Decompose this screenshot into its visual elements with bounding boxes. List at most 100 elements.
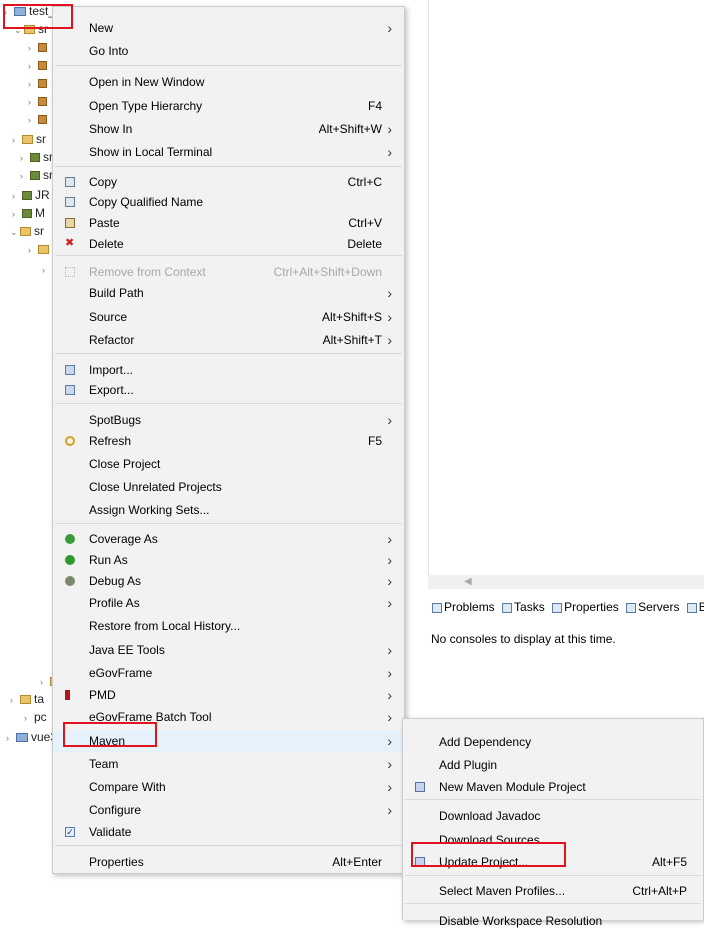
tree-node-label: ta bbox=[34, 692, 45, 706]
maven-add-dependency[interactable]: Add Dependency bbox=[403, 731, 703, 753]
tree-node[interactable]: › M bbox=[12, 204, 45, 222]
menu-item-label: Restore from Local History... bbox=[89, 619, 241, 633]
menu-item-label: eGovFrame bbox=[89, 666, 153, 680]
submenu-arrow-icon: › bbox=[387, 642, 392, 658]
chevron-right-icon[interactable]: › bbox=[24, 709, 34, 727]
menu-separator bbox=[405, 875, 701, 876]
menu-delete[interactable]: ✖ Delete Delete bbox=[53, 233, 404, 255]
menu-item-label: Build Path bbox=[89, 286, 144, 300]
tree-node[interactable]: › bbox=[28, 38, 50, 56]
tab-properties[interactable]: Properties bbox=[552, 596, 619, 618]
tree-node[interactable]: › bbox=[28, 240, 52, 258]
menu-new[interactable]: New › bbox=[53, 17, 404, 39]
chevron-right-icon[interactable]: › bbox=[42, 261, 52, 279]
menu-run-as[interactable]: Run As › bbox=[53, 549, 404, 571]
editor-area bbox=[428, 0, 704, 575]
menu-close-project[interactable]: Close Project bbox=[53, 453, 404, 475]
menu-compare-with[interactable]: Compare With › bbox=[53, 776, 404, 798]
maven-new-module[interactable]: New Maven Module Project bbox=[403, 776, 703, 798]
menu-coverage-as[interactable]: Coverage As › bbox=[53, 528, 404, 550]
chevron-right-icon[interactable]: › bbox=[28, 75, 38, 93]
tab-servers[interactable]: Servers bbox=[626, 596, 679, 618]
chevron-right-icon[interactable]: › bbox=[10, 691, 20, 709]
tab-b[interactable]: B bbox=[686, 596, 704, 618]
menu-restore-local-history[interactable]: Restore from Local History... bbox=[53, 615, 404, 637]
submenu-arrow-icon: › bbox=[387, 285, 392, 301]
menu-spotbugs[interactable]: SpotBugs › bbox=[53, 409, 404, 431]
chevron-right-icon[interactable]: › bbox=[20, 167, 30, 185]
chevron-down-icon[interactable]: ⌄ bbox=[10, 223, 20, 241]
chevron-right-icon[interactable]: › bbox=[40, 673, 50, 691]
menu-show-in[interactable]: Show In Alt+Shift+W › bbox=[53, 118, 404, 140]
tree-node[interactable]: › bbox=[28, 56, 50, 74]
menu-go-into[interactable]: Go Into bbox=[53, 40, 404, 62]
tree-node[interactable]: › sr bbox=[20, 166, 53, 184]
menu-item-label: Compare With bbox=[89, 780, 166, 794]
tree-node[interactable]: › ta bbox=[10, 690, 44, 708]
menu-debug-as[interactable]: Debug As › bbox=[53, 570, 404, 592]
maven-add-plugin[interactable]: Add Plugin bbox=[403, 754, 703, 776]
menu-item-label: Paste bbox=[89, 216, 120, 230]
chevron-right-icon[interactable]: › bbox=[28, 57, 38, 75]
chevron-right-icon[interactable]: › bbox=[28, 93, 38, 111]
menu-source[interactable]: Source Alt+Shift+S › bbox=[53, 306, 404, 328]
tab-problems[interactable]: Problems bbox=[432, 596, 495, 618]
menu-assign-working-sets[interactable]: Assign Working Sets... bbox=[53, 499, 404, 521]
tree-node[interactable]: › vue3 bbox=[6, 728, 57, 746]
menu-import[interactable]: Import... bbox=[53, 359, 404, 381]
menu-configure[interactable]: Configure › bbox=[53, 799, 404, 821]
menu-build-path[interactable]: Build Path › bbox=[53, 282, 404, 304]
folder-icon bbox=[20, 227, 31, 237]
copy-icon bbox=[65, 177, 75, 187]
maven-select-profiles[interactable]: Select Maven Profiles... Ctrl+Alt+P bbox=[403, 880, 703, 902]
tree-node[interactable]: › bbox=[42, 260, 52, 278]
tree-node[interactable]: › bbox=[28, 110, 50, 128]
maven-disable-workspace-resolution[interactable]: Disable Workspace Resolution bbox=[403, 910, 703, 932]
chevron-right-icon[interactable]: › bbox=[28, 39, 38, 57]
menu-profile-as[interactable]: Profile As › bbox=[53, 592, 404, 614]
menu-open-new-window[interactable]: Open in New Window bbox=[53, 71, 404, 93]
tree-node[interactable]: › bbox=[28, 74, 50, 92]
horizontal-scrollbar[interactable]: ◀ bbox=[428, 575, 704, 589]
tree-node[interactable]: › sr bbox=[12, 130, 46, 148]
coverage-icon bbox=[65, 534, 75, 544]
menu-copy-qualified-name[interactable]: Copy Qualified Name bbox=[53, 191, 404, 213]
menu-java-ee-tools[interactable]: Java EE Tools › bbox=[53, 639, 404, 661]
folder-icon bbox=[20, 695, 31, 705]
menu-pmd[interactable]: PMD › bbox=[53, 684, 404, 706]
menu-export[interactable]: Export... bbox=[53, 379, 404, 401]
menu-show-local-terminal[interactable]: Show in Local Terminal › bbox=[53, 141, 404, 163]
scroll-left-icon[interactable]: ◀ bbox=[464, 576, 472, 587]
chevron-right-icon[interactable]: › bbox=[12, 131, 22, 149]
menu-properties[interactable]: Properties Alt+Enter bbox=[53, 851, 404, 873]
tree-node[interactable]: › bbox=[28, 92, 50, 110]
menu-team[interactable]: Team › bbox=[53, 753, 404, 775]
tree-node[interactable]: › JR bbox=[12, 186, 50, 204]
chevron-right-icon[interactable]: › bbox=[12, 187, 22, 205]
menu-refactor[interactable]: Refactor Alt+Shift+T › bbox=[53, 329, 404, 351]
menu-refresh[interactable]: Refresh F5 bbox=[53, 430, 404, 452]
chevron-right-icon[interactable]: › bbox=[20, 149, 30, 167]
tree-node[interactable]: ⌄ sr bbox=[10, 222, 44, 240]
menu-item-label: Refresh bbox=[89, 434, 132, 448]
chevron-right-icon[interactable]: › bbox=[28, 111, 38, 129]
menu-item-label: Source bbox=[89, 310, 128, 324]
tab-tasks[interactable]: Tasks bbox=[502, 596, 545, 618]
remove-context-icon bbox=[65, 267, 75, 277]
refresh-icon bbox=[65, 436, 75, 446]
menu-paste[interactable]: Paste Ctrl+V bbox=[53, 212, 404, 234]
menu-open-type-hierarchy[interactable]: Open Type Hierarchy F4 bbox=[53, 95, 404, 117]
chevron-right-icon[interactable]: › bbox=[6, 729, 16, 747]
menu-validate[interactable]: ✓ Validate bbox=[53, 821, 404, 843]
tree-node[interactable]: › sr bbox=[20, 148, 53, 166]
menu-item-label: Debug As bbox=[89, 574, 142, 588]
tree-node[interactable]: › pc bbox=[24, 708, 47, 726]
menu-close-unrelated[interactable]: Close Unrelated Projects bbox=[53, 476, 404, 498]
menu-egovframe[interactable]: eGovFrame › bbox=[53, 662, 404, 684]
tree-node-label: sr bbox=[34, 224, 44, 238]
chevron-right-icon[interactable]: › bbox=[12, 205, 22, 223]
chevron-right-icon[interactable]: › bbox=[28, 241, 38, 259]
menu-item-label: Configure bbox=[89, 803, 142, 817]
maven-download-javadoc[interactable]: Download Javadoc bbox=[403, 805, 703, 827]
menu-copy[interactable]: Copy Ctrl+C bbox=[53, 171, 404, 193]
